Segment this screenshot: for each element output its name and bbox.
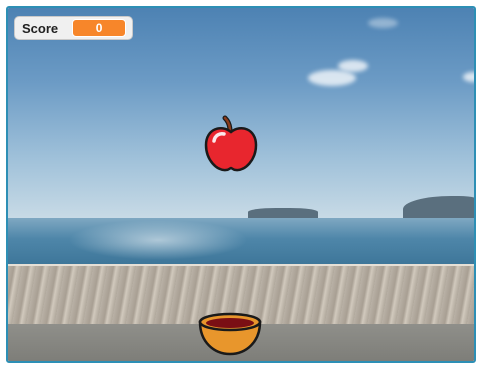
sea-glitter	[68, 220, 248, 260]
score-label: Score	[22, 20, 59, 36]
bowl-sprite[interactable]	[197, 312, 263, 356]
apple-body	[204, 127, 258, 172]
cloud	[308, 70, 356, 86]
game-stage[interactable]: Score 0	[6, 6, 476, 363]
cloud	[338, 60, 368, 72]
bowl-inside	[206, 318, 254, 328]
score-value: 0	[72, 19, 127, 37]
apple-sprite[interactable]	[203, 115, 259, 173]
distant-island	[248, 208, 318, 218]
cloud	[463, 72, 474, 82]
score-monitor[interactable]: Score 0	[14, 16, 134, 40]
cloud	[368, 18, 398, 28]
